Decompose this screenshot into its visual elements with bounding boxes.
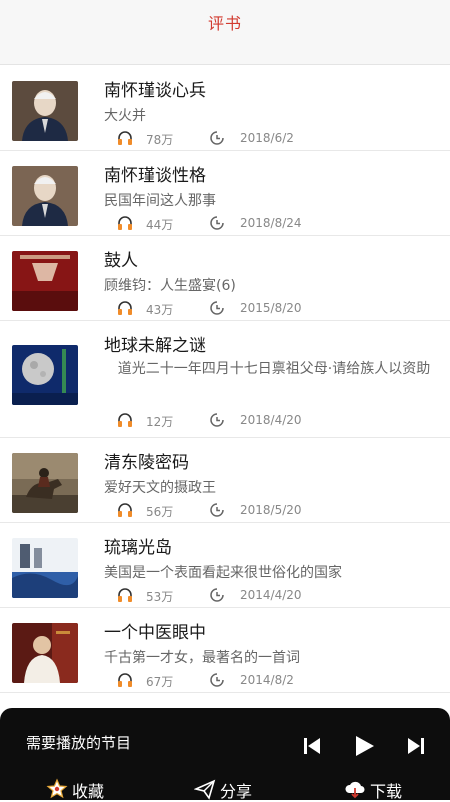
portrait-thumbnail[interactable] — [12, 166, 78, 226]
play-count: 67万 — [146, 675, 174, 689]
item-title: 地球未解之谜 — [104, 336, 206, 356]
publish-date: 2014/8/2 — [240, 673, 294, 687]
clock-icon — [210, 588, 224, 602]
item-title: 南怀瑾谈性格 — [104, 166, 206, 186]
speaker-thumbnail[interactable] — [12, 623, 78, 683]
play-count: 44万 — [146, 218, 174, 232]
paper-plane-icon — [194, 779, 216, 800]
headphones-icon — [118, 301, 132, 315]
list-item[interactable]: 南怀瑾谈性格 民国年间这人那事 44万 2018/8/24 — [0, 151, 450, 236]
program-list[interactable]: 南怀瑾谈心兵 大火并 78万 2018/6/2 南怀瑾谈性格 民国年间这人那事 … — [0, 66, 450, 778]
publish-date: 2014/4/20 — [240, 588, 302, 602]
item-subtitle: 大火并 — [104, 108, 146, 124]
page-title: 评书 — [207, 14, 242, 33]
now-playing-title[interactable]: 需要播放的节目 — [26, 732, 276, 753]
share-button[interactable]: 分享 — [194, 778, 268, 802]
play-icon[interactable] — [352, 734, 376, 758]
favorite-label: 收藏 — [72, 782, 105, 801]
play-count: 56万 — [146, 505, 174, 519]
header-bar: 评书 — [0, 0, 450, 65]
item-subtitle: 美国是一个表面看起来很世俗化的国家 — [104, 565, 342, 581]
mini-player: 需要播放的节目 收藏 分享 下载 — [0, 708, 450, 802]
clock-icon — [210, 216, 224, 230]
headphones-icon — [118, 413, 132, 427]
clock-icon — [210, 413, 224, 427]
list-item[interactable]: 一个中医眼中 千古第一才女，最著名的一首词 67万 2014/8/2 — [0, 608, 450, 693]
clock-icon — [210, 503, 224, 517]
item-subtitle: 顾维钧：人生盛宴(6) — [104, 278, 236, 294]
item-subtitle: 民国年间这人那事 — [104, 193, 216, 209]
book-cover-thumbnail[interactable] — [12, 251, 78, 311]
list-item[interactable]: 地球未解之谜 道光二十一年四月十七日禀祖父母·请给族人以资助 12万 2018/… — [0, 321, 450, 438]
play-count: 43万 — [146, 303, 174, 317]
previous-icon[interactable] — [300, 734, 324, 758]
list-item[interactable]: 鼓人 顾维钧：人生盛宴(6) 43万 2015/8/20 — [0, 236, 450, 321]
item-title: 琉璃光岛 — [104, 538, 172, 558]
item-title: 南怀瑾谈心兵 — [104, 81, 206, 101]
star-icon — [46, 778, 68, 799]
cloud-download-icon — [345, 781, 365, 799]
item-subtitle: 爱好天文的摄政王 — [104, 480, 216, 496]
play-count: 53万 — [146, 590, 174, 604]
publish-date: 2018/4/20 — [240, 413, 302, 427]
item-subtitle: 千古第一才女，最著名的一首词 — [104, 650, 300, 666]
clock-icon — [210, 301, 224, 315]
list-item[interactable]: 琉璃光岛 美国是一个表面看起来很世俗化的国家 53万 2014/4/20 — [0, 523, 450, 608]
book-cover-thumbnail[interactable] — [12, 538, 78, 598]
download-button[interactable]: 下载 — [344, 778, 418, 802]
portrait-thumbnail[interactable] — [12, 81, 78, 141]
item-title: 一个中医眼中 — [104, 623, 206, 643]
clock-icon — [210, 673, 224, 687]
play-count: 12万 — [146, 415, 174, 429]
headphones-icon — [118, 503, 132, 517]
list-item[interactable]: 清东陵密码 爱好天文的摄政王 56万 2018/5/20 — [0, 438, 450, 523]
item-title: 鼓人 — [104, 251, 138, 271]
moon-thumbnail[interactable] — [12, 345, 78, 405]
list-item[interactable]: 南怀瑾谈心兵 大火并 78万 2018/6/2 — [0, 66, 450, 151]
publish-date: 2018/6/2 — [240, 131, 294, 145]
publish-date: 2018/8/24 — [240, 216, 302, 230]
clock-icon — [210, 131, 224, 145]
headphones-icon — [118, 131, 132, 145]
favorite-button[interactable]: 收藏 — [46, 778, 120, 802]
share-label: 分享 — [220, 782, 253, 801]
download-label: 下载 — [370, 782, 403, 801]
horseman-thumbnail[interactable] — [12, 453, 78, 513]
headphones-icon — [118, 673, 132, 687]
item-title: 清东陵密码 — [104, 453, 189, 473]
headphones-icon — [118, 216, 132, 230]
next-icon[interactable] — [404, 734, 428, 758]
item-subtitle: 道光二十一年四月十七日禀祖父母·请给族人以资助 — [117, 361, 431, 377]
publish-date: 2015/8/20 — [240, 301, 302, 315]
headphones-icon — [118, 588, 132, 602]
publish-date: 2018/5/20 — [240, 503, 302, 517]
play-count: 78万 — [146, 133, 174, 147]
